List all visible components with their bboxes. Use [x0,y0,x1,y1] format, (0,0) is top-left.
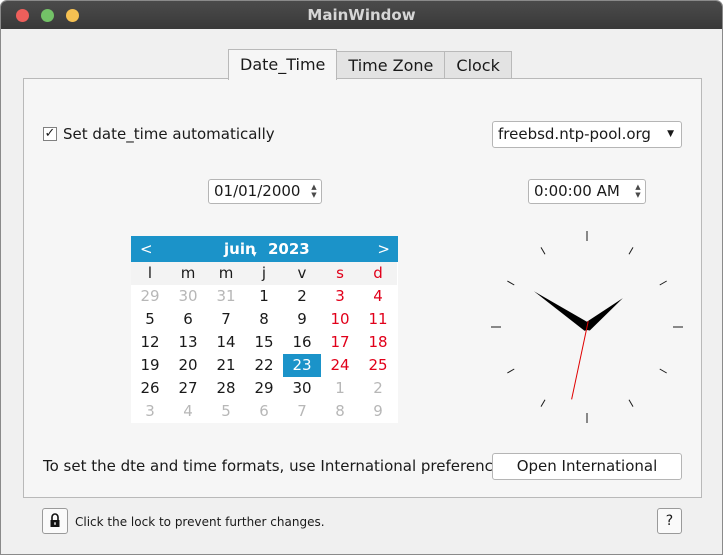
hour-hand [533,291,591,331]
open-international-button[interactable]: Open International [492,453,682,480]
calendar: < juin ▼ 2023 > l m m j v s d 29 30 31 1 2 3 4 5 6 7 8 9 10… [131,236,398,423]
weekday-header: j [245,262,283,285]
clock-tick [507,368,515,374]
calendar-day[interactable]: 9 [283,308,321,331]
window-title: MainWindow [307,6,416,24]
clock-tick [659,368,667,374]
calendar-day[interactable]: 26 [131,377,169,400]
spin-arrows-icon[interactable]: ▲ ▼ [633,183,643,199]
weekday-header: m [169,262,207,285]
calendar-day[interactable]: 29 [131,285,169,308]
calendar-day[interactable]: 14 [207,331,245,354]
minute-hand [583,298,623,331]
calendar-day[interactable]: 28 [207,377,245,400]
clock-tick [628,247,634,255]
clock-tick [507,280,515,286]
clock-tick [540,247,546,255]
date-value: 01/01/2000 [214,182,301,200]
calendar-day[interactable]: 3 [321,285,359,308]
calendar-day[interactable]: 12 [131,331,169,354]
title-bar[interactable]: MainWindow [1,1,722,29]
calendar-day[interactable]: 31 [207,285,245,308]
auto-time-row[interactable]: ✓ Set date_time automatically [43,125,275,143]
lock-icon [50,513,60,527]
time-spinbox[interactable]: 0:00:00 AM ▲ ▼ [528,179,646,204]
calendar-day[interactable]: 29 [245,377,283,400]
weekday-header: v [283,262,321,285]
chevron-down-icon: ▼ [667,129,674,139]
calendar-day[interactable]: 25 [359,354,397,377]
tab-time-zone[interactable]: Time Zone [336,51,446,80]
calendar-day[interactable]: 5 [207,400,245,423]
weekday-header: m [207,262,245,285]
help-button[interactable]: ? [657,508,682,534]
date-time-panel: ✓ Set date_time automatically freebsd.nt… [23,78,702,498]
year-selector[interactable]: 2023 [268,236,310,262]
calendar-day[interactable]: 10 [321,308,359,331]
calendar-day[interactable]: 6 [245,400,283,423]
calendar-day[interactable]: 20 [169,354,207,377]
calendar-day[interactable]: 15 [245,331,283,354]
calendar-day[interactable]: 22 [245,354,283,377]
calendar-day[interactable]: 30 [283,377,321,400]
calendar-day[interactable]: 1 [245,285,283,308]
calendar-day[interactable]: 1 [321,377,359,400]
calendar-day[interactable]: 11 [359,308,397,331]
clock-tick [540,399,546,407]
tab-clock[interactable]: Clock [444,51,512,80]
weekday-header: s [321,262,359,285]
formats-hint: To set the dte and time formats, use Int… [43,457,515,475]
calendar-day[interactable]: 13 [169,331,207,354]
calendar-day[interactable]: 5 [131,308,169,331]
spin-arrows-icon[interactable]: ▲ ▼ [309,183,319,199]
calendar-day[interactable]: 18 [359,331,397,354]
calendar-day[interactable]: 19 [131,354,169,377]
calendar-day[interactable]: 17 [321,331,359,354]
calendar-day[interactable]: 23 [283,354,321,377]
calendar-day[interactable]: 6 [169,308,207,331]
calendar-day[interactable]: 7 [207,308,245,331]
lock-button[interactable] [42,508,68,534]
tab-date-time[interactable]: Date_Time [228,49,338,80]
tab-bar: Date_Time Time Zone Clock [228,49,512,80]
calendar-day[interactable]: 8 [321,400,359,423]
main-window: MainWindow Date_Time Time Zone Clock ✓ S… [0,0,723,555]
weekday-header: l [131,262,169,285]
calendar-day[interactable]: 7 [283,400,321,423]
second-hand [571,321,589,400]
clock-tick [659,280,667,286]
calendar-day[interactable]: 24 [321,354,359,377]
calendar-grid: l m m j v s d 29 30 31 1 2 3 4 5 6 7 8 9 10 11 12 13 14 15 16 17 18… [131,262,398,423]
weekday-header: d [359,262,397,285]
calendar-header: < juin ▼ 2023 > [131,236,398,262]
ntp-server-select[interactable]: freebsd.ntp-pool.org ▼ [492,121,682,148]
calendar-day[interactable]: 27 [169,377,207,400]
next-month-button[interactable]: > [377,236,390,262]
calendar-day[interactable]: 16 [283,331,321,354]
month-selector[interactable]: juin [224,236,256,262]
date-spinbox[interactable]: 01/01/2000 ▲ ▼ [208,179,322,204]
calendar-day[interactable]: 9 [359,400,397,423]
time-value: 0:00:00 AM [534,182,620,200]
calendar-day[interactable]: 3 [131,400,169,423]
auto-time-label: Set date_time automatically [63,125,275,143]
calendar-day[interactable]: 30 [169,285,207,308]
calendar-day[interactable]: 8 [245,308,283,331]
calendar-day[interactable]: 21 [207,354,245,377]
calendar-day[interactable]: 2 [283,285,321,308]
month-dropdown-icon: ▼ [252,251,257,258]
ntp-server-value: freebsd.ntp-pool.org [498,125,651,143]
calendar-day[interactable]: 4 [359,285,397,308]
clock-tick [628,399,634,407]
lock-hint: Click the lock to prevent further change… [75,515,325,529]
auto-time-checkbox[interactable]: ✓ [43,127,57,141]
prev-month-button[interactable]: < [140,236,153,262]
calendar-day[interactable]: 2 [359,377,397,400]
analog-clock [491,231,683,423]
calendar-day[interactable]: 4 [169,400,207,423]
